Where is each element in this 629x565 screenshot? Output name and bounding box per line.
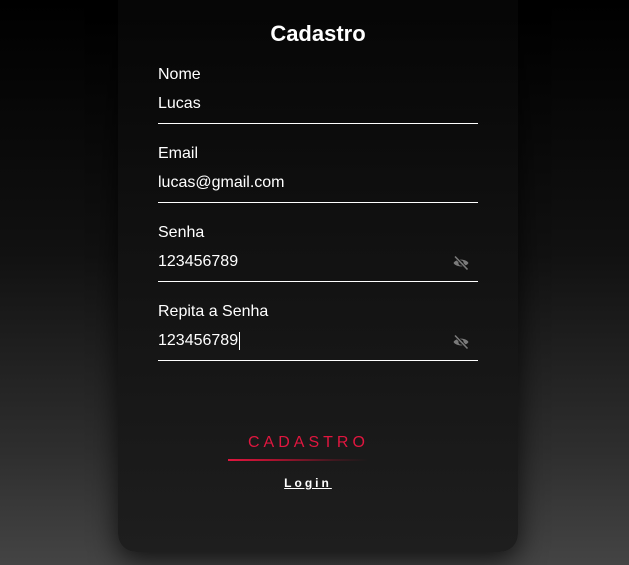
confirm-password-field-group: Repita a Senha <box>158 303 478 369</box>
email-underline <box>158 202 478 203</box>
login-link[interactable]: Login <box>118 476 498 490</box>
name-underline <box>158 123 478 124</box>
password-label: Senha <box>158 224 205 241</box>
register-button-underline <box>228 459 368 461</box>
email-label: Email <box>158 145 199 162</box>
password-underline <box>158 281 478 282</box>
text-cursor <box>239 332 240 350</box>
email-input[interactable] <box>158 171 478 195</box>
confirm-password-underline <box>158 360 478 361</box>
register-button[interactable]: CADASTRO <box>228 434 368 462</box>
eye-off-icon[interactable] <box>452 255 470 271</box>
name-input[interactable] <box>158 92 478 116</box>
register-button-label: CADASTRO <box>248 434 369 451</box>
name-field-group: Nome <box>158 66 478 132</box>
password-field-group: Senha <box>158 224 478 290</box>
eye-off-icon[interactable] <box>452 334 470 350</box>
register-card: Cadastro Nome Email Senha Repita a Senha <box>118 0 518 552</box>
password-input[interactable] <box>158 250 443 274</box>
email-field-group: Email <box>158 145 478 211</box>
confirm-password-input[interactable] <box>158 329 443 353</box>
confirm-password-label: Repita a Senha <box>158 303 269 320</box>
page-title: Cadastro <box>270 21 366 46</box>
name-label: Nome <box>158 66 201 83</box>
